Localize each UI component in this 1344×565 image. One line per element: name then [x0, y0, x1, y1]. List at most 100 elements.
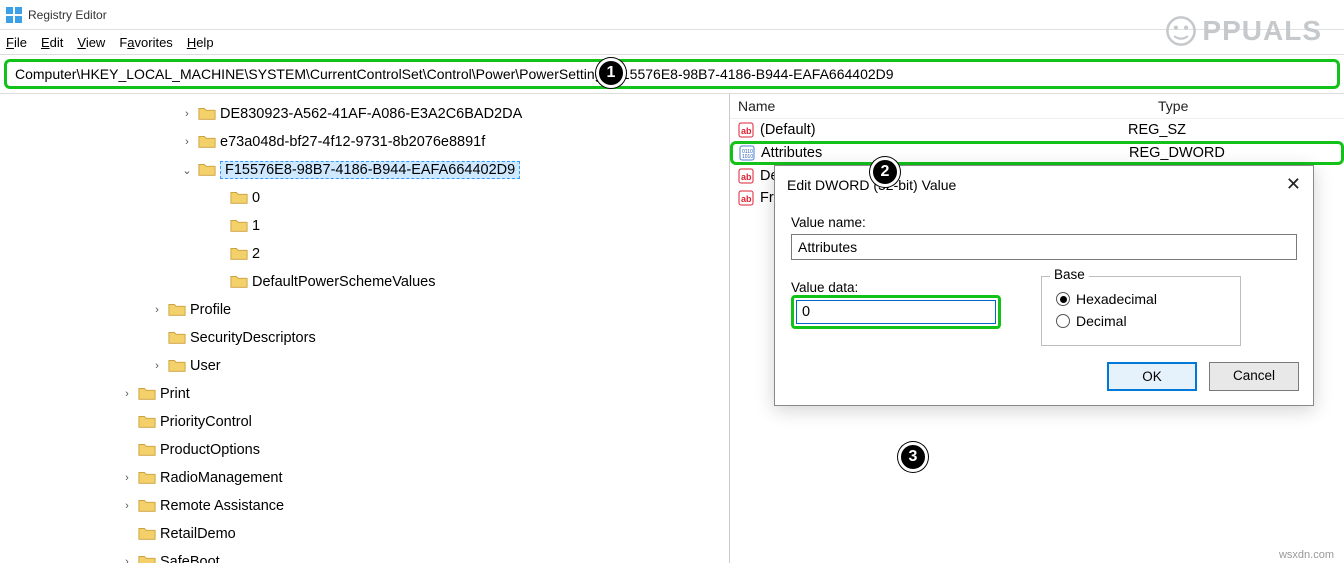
base-legend: Base [1050, 267, 1089, 282]
radio-dec-label: Decimal [1076, 313, 1127, 329]
tree-item-label: Profile [190, 302, 231, 318]
value-row[interactable]: 01101010AttributesREG_DWORD [730, 141, 1344, 165]
radio-dec[interactable]: Decimal [1056, 313, 1226, 329]
tree-item[interactable]: DefaultPowerSchemeValues [0, 268, 729, 296]
tree-item[interactable]: › RadioManagement [0, 464, 729, 492]
tree-item-label: PriorityControl [160, 414, 252, 430]
address-bar[interactable]: Computer\HKEY_LOCAL_MACHINE\SYSTEM\Curre… [4, 59, 1340, 89]
chevron-right-icon[interactable]: › [150, 360, 164, 372]
watermark: wsxdn.com [1279, 549, 1334, 561]
tree-item[interactable]: PriorityControl [0, 408, 729, 436]
value-name: (Default) [760, 122, 816, 138]
menu-favorites[interactable]: Favorites [119, 35, 172, 50]
tree-item[interactable]: › e73a048d-bf27-4f12-9731-8b2076e8891f [0, 128, 729, 156]
value-name-field[interactable]: Attributes [791, 234, 1297, 260]
chevron-right-icon[interactable]: › [180, 108, 194, 120]
folder-icon [230, 245, 248, 264]
tree-panel[interactable]: › DE830923-A562-41AF-A086-E3A2C6BAD2DA › e7… [0, 94, 730, 563]
menu-help[interactable]: Help [187, 35, 214, 50]
address-bar-wrap: Computer\HKEY_LOCAL_MACHINE\SYSTEM\Curre… [0, 54, 1344, 94]
chevron-right-icon[interactable]: › [150, 304, 164, 316]
value-name-cell: 01101010Attributes [739, 145, 1119, 161]
string-icon: ab [738, 190, 754, 206]
menu-bar: File Edit View Favorites Help [0, 30, 1344, 54]
tree-item[interactable]: ProductOptions [0, 436, 729, 464]
chevron-right-icon[interactable]: › [120, 388, 134, 400]
value-data-highlight [791, 295, 1001, 329]
svg-text:ab: ab [741, 194, 752, 204]
svg-text:1010: 1010 [742, 154, 753, 160]
radio-hex[interactable]: Hexadecimal [1056, 291, 1226, 307]
close-icon[interactable]: ✕ [1286, 174, 1301, 195]
tree-item-label: Print [160, 386, 190, 402]
tree-item[interactable]: › Remote Assistance [0, 492, 729, 520]
menu-edit[interactable]: Edit [41, 35, 63, 50]
tree-item[interactable]: ⌄ F15576E8-98B7-4186-B944-EAFA664402D9 [0, 156, 729, 184]
chevron-down-icon[interactable]: ⌄ [180, 164, 194, 177]
tree-item[interactable]: 0 [0, 184, 729, 212]
tree-item[interactable]: › Profile [0, 296, 729, 324]
folder-icon [138, 385, 156, 404]
logo-text: PPUALS [1202, 15, 1322, 47]
appuals-logo: PPUALS [1164, 14, 1322, 48]
tree-item-label: RetailDemo [160, 526, 236, 542]
folder-icon [138, 441, 156, 460]
tree-item[interactable]: › Print [0, 380, 729, 408]
tree-item-label: User [190, 358, 221, 374]
folder-icon [230, 217, 248, 236]
tree-item-label: F15576E8-98B7-4186-B944-EAFA664402D9 [220, 161, 520, 179]
tree-item[interactable]: 2 [0, 240, 729, 268]
value-row[interactable]: ab(Default)REG_SZ [730, 119, 1344, 141]
regedit-icon [6, 7, 22, 23]
folder-icon [138, 469, 156, 488]
folder-icon [230, 273, 248, 292]
menu-view[interactable]: View [77, 35, 105, 50]
tree-item[interactable]: SecurityDescriptors [0, 324, 729, 352]
svg-text:ab: ab [741, 126, 752, 136]
tree-item-label: e73a048d-bf27-4f12-9731-8b2076e8891f [220, 134, 485, 150]
tree-item-label: DE830923-A562-41AF-A086-E3A2C6BAD2DA [220, 106, 522, 122]
menu-file[interactable]: File [6, 35, 27, 50]
tree-item-label: Remote Assistance [160, 498, 284, 514]
value-data-input[interactable] [796, 300, 996, 324]
value-data-label: Value data: [791, 280, 1001, 295]
chevron-right-icon[interactable]: › [180, 136, 194, 148]
tree-item-label: 1 [252, 218, 260, 234]
folder-icon [230, 189, 248, 208]
address-text: Computer\HKEY_LOCAL_MACHINE\SYSTEM\Curre… [15, 66, 894, 82]
tree-item-label: RadioManagement [160, 470, 283, 486]
tree-item-label: SafeBoot [160, 554, 220, 563]
tree-item[interactable]: › SafeBoot [0, 548, 729, 563]
string-icon: ab [738, 122, 754, 138]
tree-item-label: 0 [252, 190, 260, 206]
folder-icon [138, 525, 156, 544]
svg-text:ab: ab [741, 172, 752, 182]
folder-icon [138, 497, 156, 516]
header-type[interactable]: Type [1158, 98, 1188, 114]
folder-icon [168, 329, 186, 348]
radio-hex-label: Hexadecimal [1076, 291, 1157, 307]
folder-icon [198, 105, 216, 124]
folder-icon [198, 161, 216, 180]
values-header: Name Type [730, 94, 1344, 119]
chevron-right-icon[interactable]: › [120, 472, 134, 484]
string-icon: ab [738, 168, 754, 184]
tree-item[interactable]: › DE830923-A562-41AF-A086-E3A2C6BAD2DA [0, 100, 729, 128]
title-bar: Registry Editor [0, 0, 1344, 30]
tree-item[interactable]: RetailDemo [0, 520, 729, 548]
value-name-cell: ab (Default) [738, 122, 1118, 138]
annotation-badge-3: 3 [898, 442, 928, 472]
ok-button[interactable]: OK [1107, 362, 1197, 391]
header-name[interactable]: Name [738, 98, 1118, 114]
folder-icon [138, 553, 156, 564]
chevron-right-icon[interactable]: › [120, 500, 134, 512]
folder-icon [168, 301, 186, 320]
folder-icon [138, 413, 156, 432]
annotation-badge-2: 2 [870, 157, 900, 187]
tree-item-label: ProductOptions [160, 442, 260, 458]
tree-item[interactable]: 1 [0, 212, 729, 240]
tree-item[interactable]: › User [0, 352, 729, 380]
cancel-button[interactable]: Cancel [1209, 362, 1299, 391]
chevron-right-icon[interactable]: › [120, 556, 134, 563]
value-name-label: Value name: [791, 215, 1297, 230]
